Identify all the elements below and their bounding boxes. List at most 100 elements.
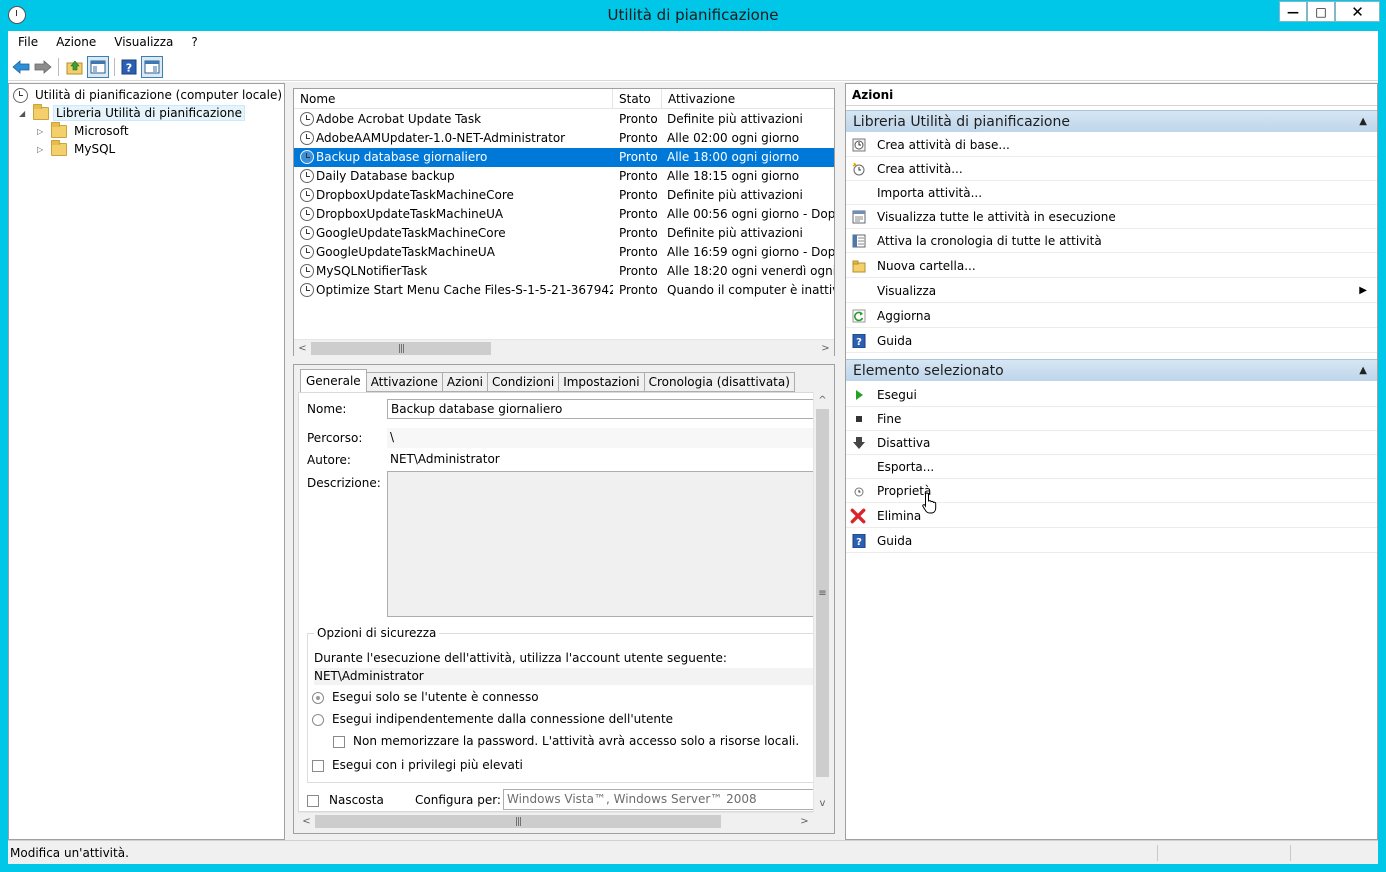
description-field[interactable]: [387, 471, 816, 617]
tab-azioni[interactable]: Azioni: [442, 372, 488, 392]
task-row[interactable]: Backup database giornaliero Pronto Alle 18…: [294, 148, 834, 167]
expanded-triangle-icon[interactable]: ◢: [19, 109, 29, 118]
action-display-running-tasks[interactable]: Visualizza tutte le attività in esecuzio…: [846, 205, 1377, 229]
name-field[interactable]: Backup database giornaliero: [387, 399, 816, 419]
scroll-left-arrow[interactable]: <: [294, 340, 311, 356]
close-button[interactable]: ✕: [1335, 1, 1380, 22]
toolbar: ?: [8, 53, 1378, 81]
task-row[interactable]: DropboxUpdateTaskMachineCore Pronto Defini…: [294, 186, 834, 205]
action-new-folder[interactable]: Nuova cartella...: [846, 254, 1377, 278]
action-refresh[interactable]: Aggiorna: [846, 304, 1377, 328]
forward-arrow-icon[interactable]: [32, 56, 54, 78]
checkbox-highest-privileges[interactable]: [312, 760, 324, 772]
help-icon[interactable]: ?: [118, 56, 140, 78]
collapse-up-icon[interactable]: ▲: [1359, 360, 1367, 382]
tab-generale[interactable]: Generale: [300, 369, 367, 392]
task-clock-icon: [300, 226, 314, 240]
task-row[interactable]: Optimize Start Menu Cache Files-S-1-5-21…: [294, 281, 834, 300]
action-disable[interactable]: Disattiva: [846, 431, 1377, 455]
show-hide-console-tree-icon[interactable]: [87, 56, 109, 78]
maximize-button[interactable]: □: [1307, 1, 1335, 22]
tree-item-microsoft[interactable]: ▷ Microsoft: [37, 121, 132, 140]
task-clock-icon: [300, 207, 314, 221]
tree-item-root[interactable]: Utilità di pianificazione (computer loca…: [13, 86, 285, 104]
main-area: Utilità di pianificazione (computer loca…: [8, 82, 1378, 840]
action-create-basic-task[interactable]: Crea attività di base...: [846, 133, 1377, 157]
action-import-task[interactable]: Importa attività...: [846, 181, 1377, 205]
task-trigger-cell: Alle 16:59 ogni giorno - Dopo l'a: [667, 245, 834, 259]
task-name-cell: MySQLNotifierTask: [316, 264, 428, 278]
checkbox-hidden-label: Nascosta: [329, 793, 384, 807]
action-help-library[interactable]: ? Guida: [846, 329, 1377, 353]
task-row[interactable]: MySQLNotifierTask Pronto Alle 18:20 ogni v…: [294, 262, 834, 281]
scroll-thumb[interactable]: ≡: [816, 409, 829, 777]
task-state-cell: Pronto: [619, 112, 658, 126]
checkbox-hidden[interactable]: [307, 795, 319, 807]
task-name-cell: GoogleUpdateTaskMachineCore: [316, 226, 506, 240]
menu-azione[interactable]: Azione: [46, 35, 104, 49]
security-options-title: Opzioni di sicurezza: [314, 626, 440, 640]
task-row[interactable]: Adobe Acrobat Update Task Pronto Definite …: [294, 110, 834, 129]
task-row[interactable]: GoogleUpdateTaskMachineCore Pronto Definit…: [294, 224, 834, 243]
task-list-hscrollbar[interactable]: < ||| >: [294, 339, 834, 356]
tab-cronologia[interactable]: Cronologia (disattivata): [644, 372, 795, 392]
detail-hscrollbar[interactable]: < ||| >: [298, 812, 813, 829]
action-export[interactable]: Esporta...: [846, 455, 1377, 479]
action-run[interactable]: Esegui: [846, 383, 1377, 407]
checkbox-do-not-store-password[interactable]: [333, 736, 345, 748]
menu-file[interactable]: File: [8, 35, 46, 49]
tree-item-mysql[interactable]: ▷ MySQL: [37, 139, 118, 158]
detail-vscrollbar[interactable]: ^ ≡ v: [813, 392, 830, 812]
app-window: Utilità di pianificazione — □ ✕ File Azi…: [0, 0, 1386, 872]
name-label: Nome:: [307, 402, 347, 416]
menu-visualizza[interactable]: Visualizza: [104, 35, 181, 49]
action-label: Guida: [877, 534, 913, 548]
menu-help[interactable]: ?: [181, 35, 205, 49]
scroll-right-arrow[interactable]: >: [817, 340, 834, 356]
task-row[interactable]: Daily Database backup Pronto Alle 18:15 og…: [294, 167, 834, 186]
section-selected-item[interactable]: Elemento selezionato ▲: [846, 359, 1377, 381]
task-row[interactable]: GoogleUpdateTaskMachineUA Pronto Alle 16:5…: [294, 243, 834, 262]
delete-red-x-icon: [850, 508, 866, 524]
collapse-up-icon[interactable]: ▲: [1359, 111, 1367, 133]
scroll-thumb[interactable]: |||: [311, 342, 491, 355]
scroll-thumb[interactable]: |||: [315, 815, 721, 828]
scroll-left-arrow[interactable]: <: [298, 813, 315, 829]
radio-run-when-logged-on[interactable]: [312, 692, 324, 704]
checkbox-do-not-store-password-label: Non memorizzare la password. L'attività …: [353, 734, 800, 748]
tab-attivazione[interactable]: Attivazione: [366, 372, 443, 392]
back-arrow-icon[interactable]: [10, 56, 32, 78]
collapsed-triangle-icon[interactable]: ▷: [37, 145, 47, 154]
column-header-trigger[interactable]: Attivazione: [662, 89, 834, 109]
title-bar[interactable]: Utilità di pianificazione — □ ✕: [0, 0, 1386, 31]
task-state-cell: Pronto: [619, 264, 658, 278]
action-enable-history[interactable]: Attiva la cronologia di tutte le attivit…: [846, 229, 1377, 253]
path-value: \: [387, 428, 816, 448]
task-row[interactable]: DropboxUpdateTaskMachineUA Pronto Alle 00:…: [294, 205, 834, 224]
column-header-state[interactable]: Stato: [613, 89, 662, 109]
scroll-right-arrow[interactable]: >: [796, 813, 813, 829]
action-create-task[interactable]: Crea attività...: [846, 157, 1377, 181]
task-list: Nome Stato Attivazione Adobe Acrobat Upd…: [293, 88, 835, 356]
column-header-name[interactable]: Nome: [294, 89, 613, 109]
collapsed-triangle-icon[interactable]: ▷: [37, 127, 47, 136]
section-library[interactable]: Libreria Utilità di pianificazione ▲: [846, 110, 1377, 132]
action-view-submenu[interactable]: Visualizza ▶: [846, 279, 1377, 303]
security-options-group: Opzioni di sicurezza Durante l'esecuzion…: [307, 626, 816, 783]
scroll-down-arrow[interactable]: v: [814, 795, 831, 811]
task-list-header: Nome Stato Attivazione: [294, 89, 834, 109]
action-end[interactable]: Fine: [846, 407, 1377, 431]
task-trigger-cell: Definite più attivazioni: [667, 188, 803, 202]
tab-impostazioni[interactable]: Impostazioni: [559, 372, 645, 392]
tree-item-library[interactable]: ◢ Libreria Utilità di pianificazione: [19, 103, 245, 122]
show-hide-action-pane-icon[interactable]: [141, 56, 163, 78]
action-help-selected[interactable]: ? Guida: [846, 529, 1377, 553]
configure-for-combobox[interactable]: Windows Vista™, Windows Server™ 2008: [503, 789, 816, 810]
tab-condizioni[interactable]: Condizioni: [487, 372, 560, 392]
folder-up-icon[interactable]: [64, 56, 86, 78]
task-trigger-cell: Alle 02:00 ogni giorno: [667, 131, 800, 145]
radio-run-whether-logged-on[interactable]: [312, 714, 324, 726]
minimize-button[interactable]: —: [1279, 1, 1307, 22]
task-row[interactable]: AdobeAAMUpdater-1.0-NET-Administrator Pro…: [294, 129, 834, 148]
scroll-up-arrow[interactable]: ^: [814, 392, 831, 408]
